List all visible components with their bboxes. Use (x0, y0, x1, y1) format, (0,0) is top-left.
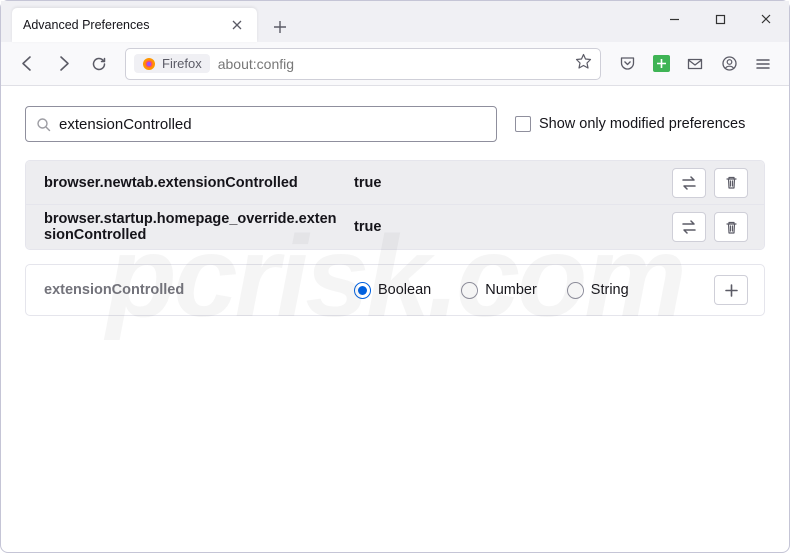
new-tab-button[interactable] (265, 12, 295, 42)
pref-name: browser.startup.homepage_override.extens… (44, 211, 354, 243)
navigation-toolbar: Firefox about:config (1, 42, 789, 86)
delete-button[interactable] (714, 168, 748, 198)
tab-title: Advanced Preferences (23, 18, 228, 32)
url-bar[interactable]: Firefox about:config (125, 48, 601, 80)
extension-icon[interactable] (645, 48, 677, 80)
menu-icon[interactable] (747, 48, 779, 80)
radio-boolean[interactable]: Boolean (354, 282, 431, 299)
radio-icon (567, 282, 584, 299)
window-controls (651, 1, 789, 37)
url-text: about:config (218, 56, 294, 72)
add-pref-row: extensionControlled Boolean Number Strin… (25, 264, 765, 316)
pref-name: browser.newtab.extensionControlled (44, 175, 354, 191)
close-window-button[interactable] (743, 1, 789, 37)
toggle-button[interactable] (672, 168, 706, 198)
reload-button[interactable] (83, 48, 115, 80)
account-icon[interactable] (713, 48, 745, 80)
titlebar: Advanced Preferences (1, 1, 789, 42)
pref-row[interactable]: browser.startup.homepage_override.extens… (26, 205, 764, 249)
firefox-icon (142, 57, 156, 71)
mail-icon[interactable] (679, 48, 711, 80)
toggle-button[interactable] (672, 212, 706, 242)
page-content: Show only modified preferences browser.n… (1, 86, 789, 336)
bookmark-star-icon[interactable] (575, 53, 592, 75)
forward-button[interactable] (47, 48, 79, 80)
radio-icon (461, 282, 478, 299)
search-input[interactable] (59, 116, 486, 133)
delete-button[interactable] (714, 212, 748, 242)
back-button[interactable] (11, 48, 43, 80)
close-tab-icon[interactable] (228, 16, 246, 34)
radio-icon (354, 282, 371, 299)
type-radio-group: Boolean Number String (354, 282, 714, 299)
radio-number[interactable]: Number (461, 282, 537, 299)
show-modified-label: Show only modified preferences (539, 116, 745, 132)
checkbox-icon (515, 116, 531, 132)
preferences-table: browser.newtab.extensionControlled true … (25, 160, 765, 250)
search-icon (36, 117, 51, 132)
preference-search-box[interactable] (25, 106, 497, 142)
pref-value: true (354, 175, 672, 191)
add-pref-name: extensionControlled (44, 282, 354, 298)
add-button[interactable] (714, 275, 748, 305)
site-identity[interactable]: Firefox (134, 54, 210, 73)
radio-string[interactable]: String (567, 282, 629, 299)
show-modified-checkbox[interactable]: Show only modified preferences (515, 116, 745, 132)
identity-label: Firefox (162, 56, 202, 71)
maximize-button[interactable] (697, 1, 743, 37)
pocket-icon[interactable] (611, 48, 643, 80)
pref-value: true (354, 219, 672, 235)
minimize-button[interactable] (651, 1, 697, 37)
browser-tab[interactable]: Advanced Preferences (12, 8, 257, 42)
pref-row[interactable]: browser.newtab.extensionControlled true (26, 161, 764, 205)
